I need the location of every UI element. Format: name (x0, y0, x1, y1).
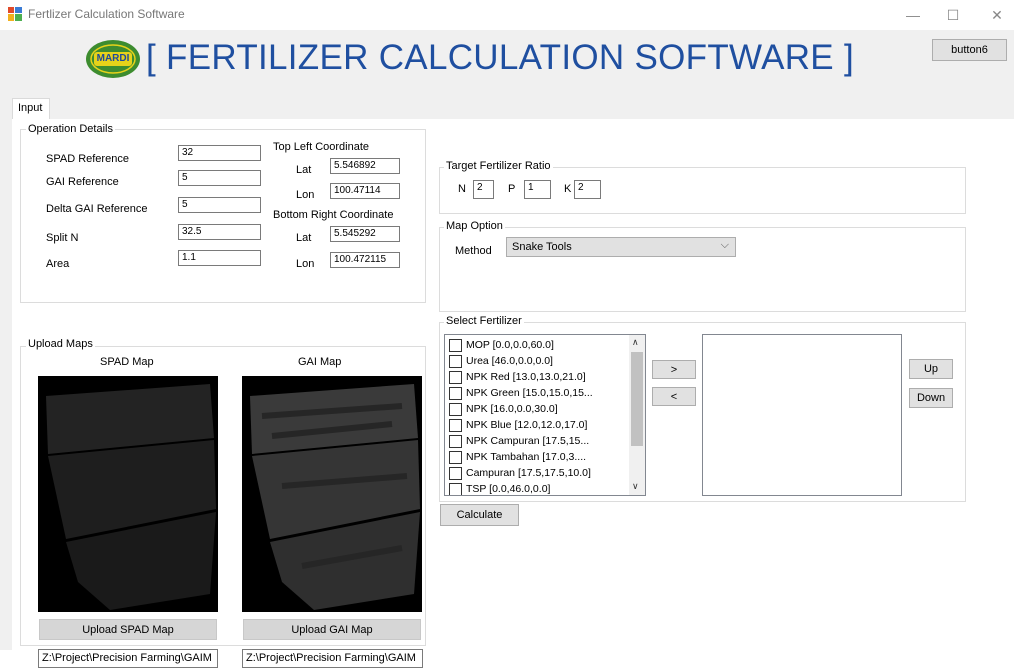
checkbox[interactable] (449, 466, 462, 480)
top-left-lon-label: Lon (296, 189, 315, 201)
scrollbar-thumb[interactable] (631, 352, 643, 446)
mardi-logo: MARDI (85, 39, 141, 79)
title-bar: Fertlizer Calculation Software — ☐ ✕ (0, 0, 1014, 30)
fertilizer-item[interactable]: Urea [46.0,0.0,0.0] (449, 353, 553, 369)
add-fertilizer-button[interactable]: > (652, 360, 696, 379)
close-icon[interactable]: ✕ (982, 4, 1012, 26)
button6[interactable]: button6 (932, 39, 1007, 61)
app-title: [ FERTILIZER CALCULATION SOFTWARE ] (146, 38, 854, 77)
target-ratio-group (439, 167, 966, 214)
gai-reference-field[interactable]: 5 (178, 170, 261, 186)
delta-gai-reference-label: Delta GAI Reference (46, 203, 148, 215)
spad-map-image (38, 376, 218, 612)
delta-gai-reference-field[interactable]: 5 (178, 197, 261, 213)
fertilizer-item[interactable]: NPK Red [13.0,13.0,21.0] (449, 369, 586, 385)
app-icon (8, 7, 22, 21)
tab-input[interactable]: Input (12, 98, 50, 120)
checkbox[interactable] (449, 370, 462, 384)
split-n-label: Split N (46, 232, 79, 244)
k-ratio-field[interactable]: 2 (574, 180, 601, 199)
calculate-button[interactable]: Calculate (440, 504, 519, 526)
fertilizer-item[interactable]: TSP [0.0,46.0,0.0] (449, 481, 550, 495)
method-label: Method (455, 245, 492, 257)
checkbox[interactable] (449, 434, 462, 448)
checkbox[interactable] (449, 338, 462, 352)
spad-reference-label: SPAD Reference (46, 153, 129, 165)
move-down-button[interactable]: Down (909, 388, 953, 408)
fertilizer-checklist[interactable]: MOP [0.0,0.0,60.0] Urea [46.0,0.0,0.0] N… (444, 334, 646, 496)
bottom-right-lat-field[interactable]: 5.545292 (330, 226, 400, 242)
gai-reference-label: GAI Reference (46, 176, 119, 188)
top-left-lat-label: Lat (296, 164, 312, 176)
spad-map-title: SPAD Map (100, 356, 154, 368)
spad-map-path-field[interactable]: Z:\Project\Precision Farming\GAIM (38, 649, 218, 668)
spad-reference-field[interactable]: 32 (178, 145, 261, 161)
upload-maps-label: Upload Maps (26, 338, 95, 350)
method-dropdown[interactable]: Snake Tools ⌵ (506, 237, 736, 257)
window-title: Fertlizer Calculation Software (28, 7, 185, 21)
fertilizer-item[interactable]: Campuran [17.5,17.5,10.0] (449, 465, 591, 481)
selected-fertilizer-list[interactable] (702, 334, 902, 496)
top-left-lat-field[interactable]: 5.546892 (330, 158, 400, 174)
checkbox[interactable] (449, 450, 462, 464)
scroll-down-icon[interactable]: ∨ (632, 481, 639, 492)
gai-map-path-field[interactable]: Z:\Project\Precision Farming\GAIM (242, 649, 423, 668)
select-fertilizer-label: Select Fertilizer (444, 315, 524, 327)
maximize-icon[interactable]: ☐ (938, 4, 968, 26)
p-ratio-field[interactable]: 1 (524, 180, 551, 199)
split-n-field[interactable]: 32.5 (178, 224, 261, 240)
operation-details-label: Operation Details (26, 123, 115, 135)
target-ratio-label: Target Fertilizer Ratio (444, 160, 553, 172)
gai-map-image (242, 376, 422, 612)
fertilizer-item[interactable]: NPK Tambahan [17.0,3.... (449, 449, 586, 465)
checkbox[interactable] (449, 418, 462, 432)
bottom-right-lat-label: Lat (296, 232, 312, 244)
minimize-icon[interactable]: — (898, 4, 928, 26)
tab-input-label: Input (18, 102, 43, 114)
map-option-label: Map Option (444, 220, 505, 232)
upload-spad-map-button[interactable]: Upload SPAD Map (39, 619, 217, 640)
tab-page-input: Operation Details SPAD Reference 32 GAI … (12, 119, 1014, 668)
gai-map-title: GAI Map (298, 356, 342, 368)
fertilizer-item[interactable]: MOP [0.0,0.0,60.0] (449, 337, 554, 353)
checkbox[interactable] (449, 482, 462, 495)
method-selected-value: Snake Tools (512, 241, 572, 253)
bottom-right-lon-label: Lon (296, 258, 315, 270)
fertilizer-item[interactable]: NPK Campuran [17.5,15... (449, 433, 589, 449)
fertilizer-item[interactable]: NPK Green [15.0,15.0,15... (449, 385, 593, 401)
upload-gai-map-button[interactable]: Upload GAI Map (243, 619, 421, 640)
fertilizer-item[interactable]: NPK [16.0,0.0,30.0] (449, 401, 558, 417)
checkbox[interactable] (449, 402, 462, 416)
client-area: MARDI [ FERTILIZER CALCULATION SOFTWARE … (0, 30, 1014, 668)
area-label: Area (46, 258, 70, 270)
scroll-up-icon[interactable]: ∧ (632, 337, 639, 348)
top-left-coordinate-label: Top Left Coordinate (273, 141, 370, 153)
move-up-button[interactable]: Up (909, 359, 953, 379)
top-left-lon-field[interactable]: 100.47114 (330, 183, 400, 199)
scrollbar[interactable]: ∧ ∨ (629, 335, 645, 495)
chevron-down-icon: ⌵ (720, 239, 729, 251)
bottom-right-lon-field[interactable]: 100.472115 (330, 252, 400, 268)
checkbox[interactable] (449, 354, 462, 368)
checkbox[interactable] (449, 386, 462, 400)
p-label: P (508, 183, 516, 195)
bottom-right-coordinate-label: Bottom Right Coordinate (273, 209, 394, 221)
logo-text: MARDI (96, 53, 130, 64)
k-label: K (564, 183, 572, 195)
fertilizer-item[interactable]: NPK Blue [12.0,12.0,17.0] (449, 417, 587, 433)
n-label: N (458, 183, 466, 195)
area-field[interactable]: 1.1 (178, 250, 261, 266)
n-ratio-field[interactable]: 2 (473, 180, 494, 199)
remove-fertilizer-button[interactable]: < (652, 387, 696, 406)
